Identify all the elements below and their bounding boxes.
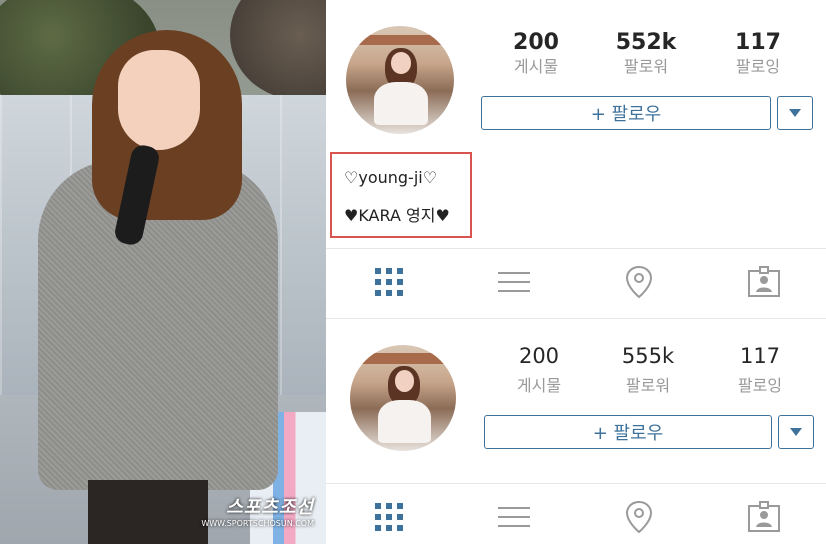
profile-stats: 200 게시물 552k 팔로워 117 팔로잉 [482, 30, 814, 78]
follow-button[interactable]: + 팔로우 [484, 415, 772, 449]
list-icon [497, 265, 530, 299]
event-photo: 스포츠조선 WWW.SPORTSCHOSUN.COM [0, 0, 326, 544]
posts-stat[interactable]: 200 게시물 [482, 30, 590, 78]
chevron-down-icon [789, 109, 801, 117]
grid-icon [374, 503, 403, 531]
watermark-url: WWW.SPORTSCHOSUN.COM [201, 519, 314, 528]
tab-grid[interactable] [326, 249, 451, 315]
tab-list[interactable] [451, 249, 576, 315]
followers-stat[interactable]: 552k 팔로워 [590, 30, 702, 78]
posts-count: 200 [513, 30, 559, 55]
profile-tabs-bottom [326, 483, 826, 550]
photo-watermark: 스포츠조선 WWW.SPORTSCHOSUN.COM [201, 493, 314, 528]
following-count: 117 [739, 344, 781, 368]
location-pin-icon [625, 265, 652, 299]
tab-location[interactable] [576, 484, 701, 550]
tagged-person-icon [747, 266, 780, 297]
options-dropdown-button[interactable] [777, 96, 813, 130]
followers-count: 552k [615, 30, 677, 55]
following-stat[interactable]: 117 팔로잉 [704, 343, 816, 397]
bio-highlight-box: ♡young-ji♡ ♥KARA 영지♥ [330, 152, 472, 238]
following-count: 117 [735, 30, 781, 55]
bio-description: ♥KARA 영지♥ [344, 206, 450, 225]
profile-tabs-top [326, 248, 826, 315]
tab-list[interactable] [451, 484, 576, 550]
chevron-down-icon [790, 428, 802, 436]
followers-count: 555k [621, 344, 675, 368]
watermark-title: 스포츠조선 [226, 497, 314, 518]
posts-label: 게시물 [516, 376, 562, 395]
list-icon [497, 500, 530, 534]
location-pin-icon [625, 500, 652, 534]
following-label: 팔로잉 [737, 376, 783, 395]
tab-tagged[interactable] [701, 249, 826, 315]
profile-avatar[interactable] [346, 26, 454, 134]
following-label: 팔로잉 [735, 57, 781, 76]
grid-icon [374, 268, 403, 296]
tab-location[interactable] [576, 249, 701, 315]
tagged-person-icon [747, 501, 780, 532]
tab-grid[interactable] [326, 484, 451, 550]
profile-avatar[interactable] [350, 345, 456, 451]
followers-label: 팔로워 [625, 376, 671, 395]
background-tree [230, 0, 326, 100]
bio-name: ♡young-ji♡ [344, 168, 438, 187]
followers-label: 팔로워 [623, 57, 669, 76]
followers-stat[interactable]: 555k 팔로워 [592, 343, 704, 397]
posts-count: 200 [518, 344, 560, 368]
profile-panel-bottom: 200 게시물 555k 팔로워 117 팔로잉 + 팔로우 [326, 318, 826, 545]
options-dropdown-button[interactable] [778, 415, 814, 449]
person-legs [88, 480, 208, 544]
posts-label: 게시물 [513, 57, 559, 76]
tab-tagged[interactable] [701, 484, 826, 550]
person-face [118, 50, 200, 150]
posts-stat[interactable]: 200 게시물 [486, 343, 592, 397]
profile-stats: 200 게시물 555k 팔로워 117 팔로잉 [486, 343, 816, 397]
following-stat[interactable]: 117 팔로잉 [702, 30, 814, 78]
follow-button[interactable]: + 팔로우 [481, 96, 771, 130]
